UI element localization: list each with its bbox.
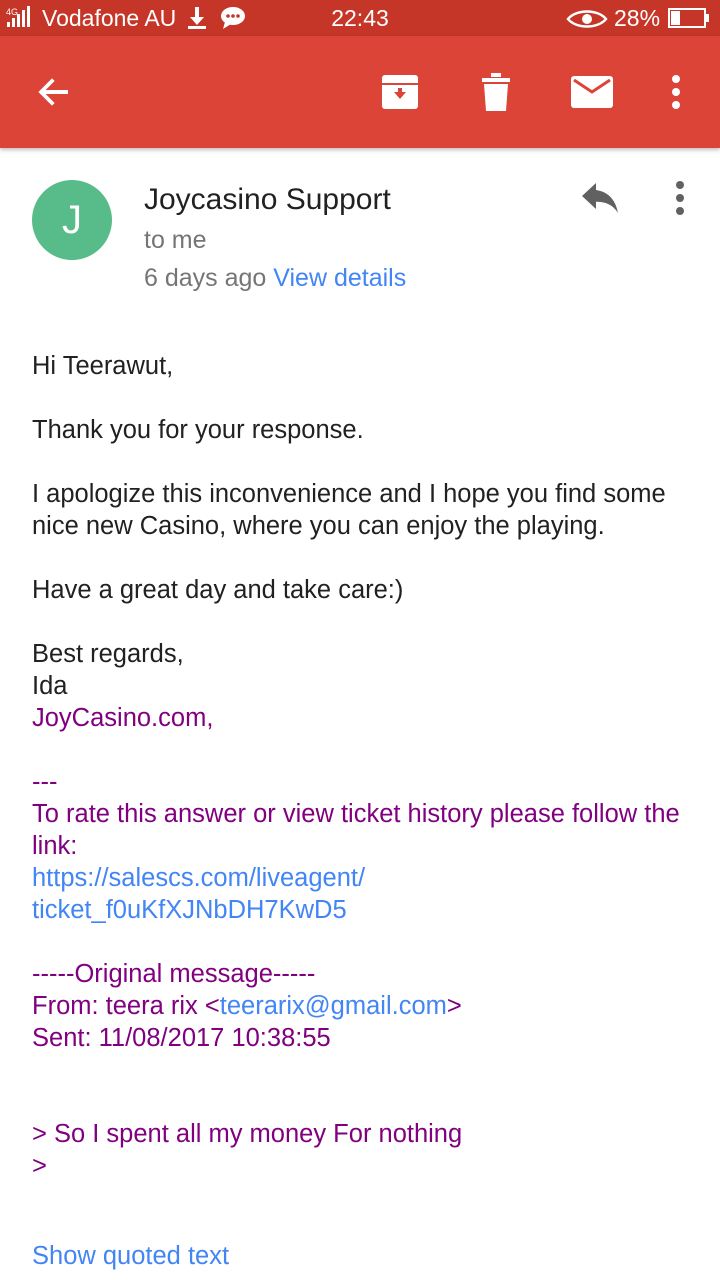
message-date: 6 days ago View details [144, 260, 406, 296]
rate-text: To rate this answer or view ticket histo… [32, 800, 680, 860]
mark-unread-button[interactable] [564, 64, 620, 120]
eye-icon [566, 10, 608, 28]
body-paragraph: Have a great day and take care:) [32, 576, 404, 604]
avatar[interactable]: J [32, 180, 112, 260]
more-options-button[interactable] [648, 64, 704, 120]
show-quoted-text-link[interactable]: Show quoted text [32, 1240, 702, 1272]
more-vertical-icon [676, 181, 684, 215]
back-button[interactable] [26, 64, 82, 120]
message-more-button[interactable] [662, 176, 698, 220]
greeting: Hi Teerawut, [32, 352, 174, 380]
delete-button[interactable] [468, 64, 524, 120]
from-suffix: > [446, 992, 462, 1020]
more-vertical-icon [672, 75, 680, 109]
quoted-line: > [32, 1152, 47, 1180]
body-paragraph: Thank you for your response. [32, 416, 364, 444]
closing: Best regards, [32, 640, 184, 668]
ticket-link[interactable]: https://salescs.com/liveagent/ ticket_f0… [32, 862, 702, 926]
sender-name: Joycasino Support [144, 183, 391, 216]
time-ago: 6 days ago [144, 264, 267, 292]
toolbar [0, 36, 720, 148]
trash-icon [482, 73, 510, 111]
view-details-link[interactable]: View details [273, 264, 406, 292]
message-body: Hi Teerawut, Thank you for your response… [32, 350, 702, 1272]
arrow-left-icon [38, 78, 68, 106]
from-prefix: From: teera rix < [32, 992, 220, 1020]
company-name: JoyCasino.com, [32, 704, 214, 732]
ticket-link-line[interactable]: https://salescs.com/liveagent/ [32, 864, 365, 892]
reply-icon [582, 183, 618, 213]
from-email-link[interactable]: teerarix@gmail.com [220, 992, 447, 1020]
status-bar: 4G Vodafone AU 22:43 28% [0, 0, 720, 36]
sent-line: Sent: 11/08/2017 10:38:55 [32, 1024, 331, 1052]
body-paragraph: I apologize this inconvenience and I hop… [32, 480, 666, 540]
signer-name: Ida [32, 672, 68, 700]
quoted-line: > So I spent all my money For nothing [32, 1120, 463, 1148]
battery-percent: 28% [614, 5, 661, 31]
separator: --- [32, 768, 58, 796]
status-time: 22:43 [331, 5, 389, 31]
archive-icon [382, 75, 418, 109]
battery-icon [668, 8, 709, 28]
mail-icon [571, 76, 613, 108]
recipient-label: to me [144, 226, 207, 254]
reply-button[interactable] [576, 178, 624, 218]
original-message-header: -----Original message----- [32, 960, 316, 988]
from-line: From: teera rix <teerarix@gmail.com> [32, 990, 702, 1022]
ticket-link-line[interactable]: ticket_f0uKfXJNbDH7KwD5 [32, 896, 347, 924]
archive-button[interactable] [372, 64, 428, 120]
